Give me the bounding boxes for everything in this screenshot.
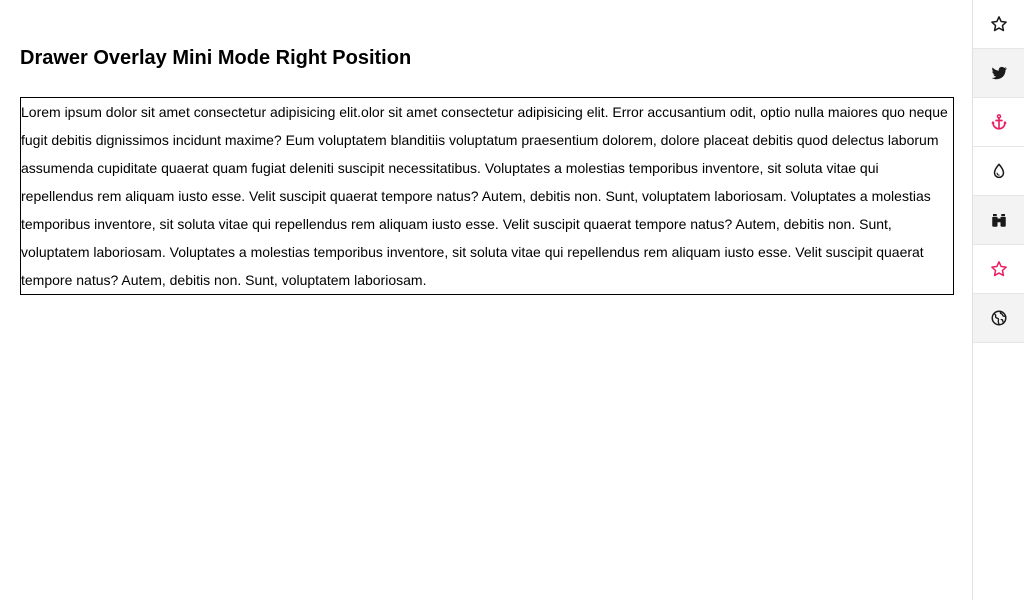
drawer-item-globe[interactable] [973,294,1024,343]
drawer-item-drop[interactable] [973,147,1024,196]
drawer-item-star[interactable] [973,0,1024,49]
content-box: Lorem ipsum dolor sit amet consectetur a… [20,97,954,295]
drawer-item-star-active[interactable] [973,245,1024,294]
star-outline-icon [990,260,1008,278]
twitter-icon [990,64,1008,82]
page-title: Drawer Overlay Mini Mode Right Position [20,47,412,69]
drawer-item-binoculars[interactable] [973,196,1024,245]
drawer-item-anchor[interactable] [973,98,1024,147]
anchor-icon [990,113,1008,131]
globe-icon [990,309,1008,327]
main-content: Drawer Overlay Mini Mode Right Position … [0,0,972,600]
drop-icon [990,162,1008,180]
mini-drawer [972,0,1024,600]
binoculars-icon [990,211,1008,229]
star-outline-icon [990,15,1008,33]
body-text: Lorem ipsum dolor sit amet consectetur a… [21,104,948,288]
drawer-item-twitter[interactable] [973,49,1024,98]
